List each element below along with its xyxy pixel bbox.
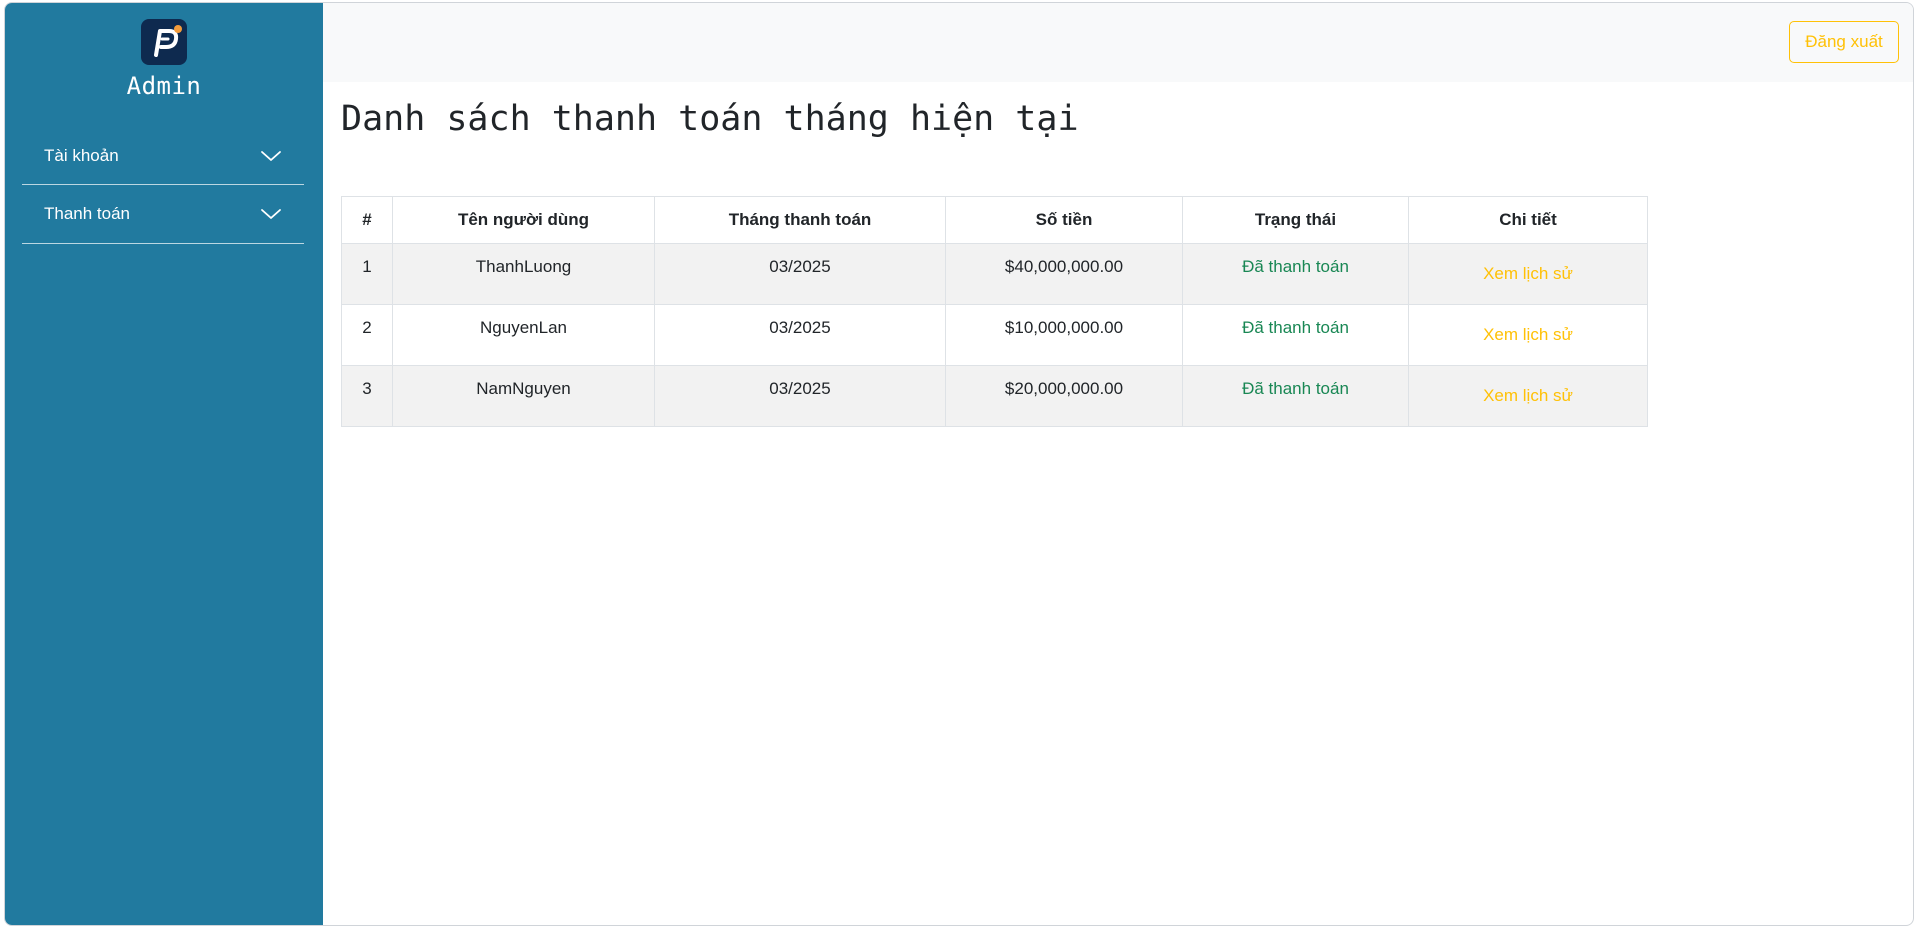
cell-month: 03/2025	[654, 304, 946, 366]
cell-user: ThanhLuong	[392, 243, 655, 305]
cell-status: Đã thanh toán	[1182, 304, 1409, 366]
table-header-row: # Tên người dùng Tháng thanh toán Số tiề…	[341, 196, 1648, 244]
view-history-link[interactable]: Xem lịch sử	[1483, 386, 1573, 406]
cell-month: 03/2025	[654, 243, 946, 305]
sidebar-item-tai-khoan[interactable]: Tài khoản	[22, 127, 304, 185]
view-history-link[interactable]: Xem lịch sử	[1483, 264, 1573, 284]
logout-button[interactable]: Đăng xuất	[1789, 21, 1899, 63]
column-header-details: Chi tiết	[1408, 196, 1648, 244]
sidebar-item-label: Tài khoản	[44, 145, 119, 165]
column-header-user: Tên người dùng	[392, 196, 655, 244]
cell-details: Xem lịch sử	[1408, 304, 1648, 366]
chevron-down-icon	[261, 150, 281, 161]
column-header-index: #	[341, 196, 393, 244]
column-header-amount: Số tiền	[945, 196, 1183, 244]
sidebar-item-thanh-toan[interactable]: Thanh toán	[22, 185, 304, 244]
app-logo	[141, 19, 187, 65]
cell-amount: $40,000,000.00	[945, 243, 1183, 305]
cell-details: Xem lịch sử	[1408, 365, 1648, 427]
cell-index: 3	[341, 365, 393, 427]
cell-user: NamNguyen	[392, 365, 655, 427]
cell-amount: $10,000,000.00	[945, 304, 1183, 366]
app-window: Admin Tài khoản Thanh toán Đăng xuất Dan…	[4, 2, 1914, 926]
table-row: 1 ThanhLuong 03/2025 $40,000,000.00 Đã t…	[341, 243, 1648, 305]
cell-status: Đã thanh toán	[1182, 243, 1409, 305]
table-row: 3 NamNguyen 03/2025 $20,000,000.00 Đã th…	[341, 365, 1648, 427]
brand: Admin	[5, 19, 323, 100]
top-bar: Đăng xuất	[323, 3, 1913, 82]
sidebar: Admin Tài khoản Thanh toán	[5, 3, 323, 925]
cell-details: Xem lịch sử	[1408, 243, 1648, 305]
sidebar-item-label: Thanh toán	[44, 204, 131, 223]
cell-month: 03/2025	[654, 365, 946, 427]
table-row: 2 NguyenLan 03/2025 $10,000,000.00 Đã th…	[341, 304, 1648, 366]
cell-user: NguyenLan	[392, 304, 655, 366]
page-title: Danh sách thanh toán tháng hiện tại	[341, 99, 1079, 139]
column-header-month: Tháng thanh toán	[654, 196, 946, 244]
brand-name: Admin	[126, 72, 202, 100]
chevron-down-icon	[261, 209, 281, 219]
cell-index: 1	[341, 243, 393, 305]
column-header-status: Trạng thái	[1182, 196, 1409, 244]
cell-status: Đã thanh toán	[1182, 365, 1409, 427]
payments-table: # Tên người dùng Tháng thanh toán Số tiề…	[341, 196, 1648, 427]
view-history-link[interactable]: Xem lịch sử	[1483, 325, 1573, 345]
cell-index: 2	[341, 304, 393, 366]
cell-amount: $20,000,000.00	[945, 365, 1183, 427]
sidebar-menu: Tài khoản Thanh toán	[22, 127, 304, 244]
